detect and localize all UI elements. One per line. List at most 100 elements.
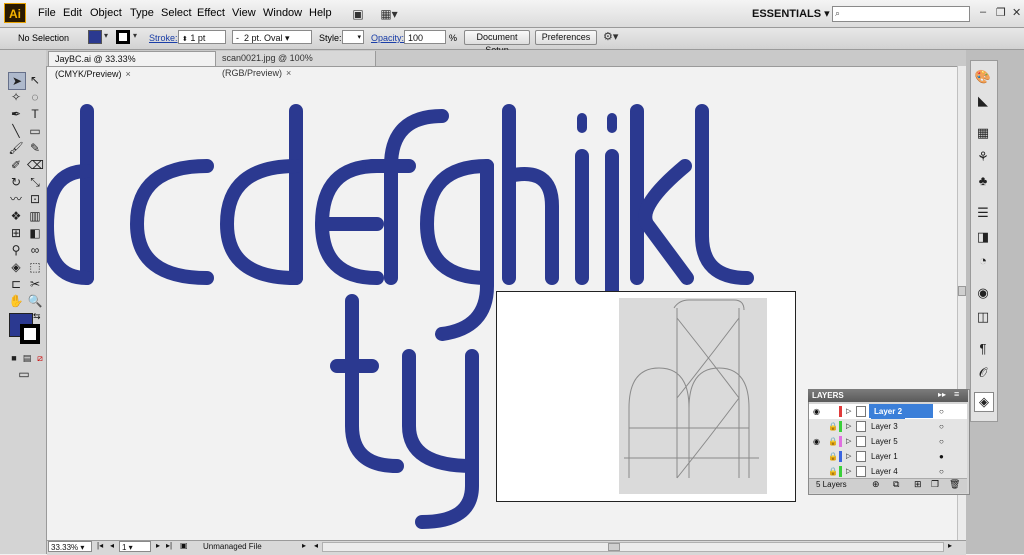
horizontal-scrollbar-thumb[interactable] — [608, 543, 620, 551]
swap-colors-icon[interactable]: ⇆ — [33, 311, 41, 322]
transparency-panel-icon[interactable]: ◔ — [974, 252, 992, 270]
vertical-scrollbar-thumb[interactable] — [958, 286, 966, 296]
slice-tool-icon[interactable]: ✂ — [27, 276, 43, 292]
minimize-icon[interactable]: – — [980, 6, 986, 18]
h-scroll-left-icon[interactable]: ◂ — [314, 541, 318, 550]
graphic-styles-panel-icon[interactable]: ◫ — [974, 308, 992, 326]
blob-brush-tool-icon[interactable]: ✐ — [8, 157, 24, 173]
live-paint-tool-icon[interactable]: ◈ — [8, 259, 24, 275]
layer-row[interactable]: ◉ 🔒 ▷ Layer 5 ○ — [809, 434, 967, 450]
color-guide-icon[interactable]: ◣ — [974, 92, 992, 110]
new-sublayer-icon[interactable]: ⊞ — [914, 479, 922, 490]
layer-name[interactable]: Layer 4 — [871, 464, 898, 479]
placed-scan-image[interactable] — [619, 298, 767, 494]
target-icon[interactable]: ● — [939, 449, 944, 464]
pencil-tool-icon[interactable]: ✎ — [27, 140, 43, 156]
paintbrush-tool-icon[interactable]: 🖌 — [8, 140, 24, 156]
fill-dropdown-icon[interactable]: ▾ — [104, 31, 108, 40]
status-arrow-icon[interactable]: ▸ — [302, 541, 306, 550]
previous-artboard-icon[interactable]: ◂ — [110, 541, 114, 550]
layers-panel-icon[interactable]: ◈ — [974, 392, 994, 412]
expand-triangle-icon[interactable]: ▷ — [846, 464, 851, 479]
locate-object-icon[interactable]: ⊕ — [872, 479, 880, 490]
eyedropper-tool-icon[interactable]: ⚲ — [8, 242, 24, 258]
menu-view[interactable]: View — [232, 7, 256, 19]
swatches-panel-icon[interactable]: ▦ — [974, 124, 992, 142]
menu-window[interactable]: Window — [263, 7, 302, 19]
hand-tool-icon[interactable]: ✋ — [8, 293, 24, 309]
stroke-label[interactable]: Stroke: — [149, 33, 178, 43]
paragraph-panel-icon[interactable]: ¶ — [974, 340, 992, 358]
document-setup-button[interactable]: Document Setup — [464, 30, 530, 55]
layer-row[interactable]: 🔒 ▷ Layer 1 ● — [809, 449, 967, 465]
gradient-tool-icon[interactable]: ◧ — [27, 225, 43, 241]
menu-select[interactable]: Select — [161, 7, 192, 19]
expand-triangle-icon[interactable]: ▷ — [846, 419, 851, 434]
live-paint-selection-tool-icon[interactable]: ⬚ — [27, 259, 43, 275]
next-artboard-icon[interactable]: ▸ — [156, 541, 160, 550]
first-artboard-icon[interactable]: |◂ — [97, 541, 103, 550]
bridge-icon[interactable]: ▣ — [346, 4, 370, 24]
mesh-tool-icon[interactable]: ⊞ — [8, 225, 24, 241]
layer-name[interactable]: Layer 5 — [871, 434, 898, 449]
layer-row[interactable]: 🔒 ▷ Layer 3 ○ — [809, 419, 967, 435]
layer-name[interactable]: Layer 2 — [871, 404, 906, 419]
target-icon[interactable]: ○ — [939, 464, 944, 479]
lock-icon[interactable]: 🔒 — [828, 464, 838, 479]
rotate-tool-icon[interactable]: ↻ — [8, 174, 24, 190]
selection-tool-icon[interactable]: ➤ — [8, 72, 26, 90]
lock-icon[interactable]: 🔒 — [828, 419, 838, 434]
menu-object[interactable]: Object — [90, 7, 122, 19]
stroke-weight-field[interactable]: ⬍ 1 pt — [178, 30, 226, 44]
close-icon[interactable]: ✕ — [1012, 6, 1021, 19]
new-layer-icon[interactable]: ❐ — [931, 479, 939, 490]
expand-triangle-icon[interactable]: ▷ — [846, 449, 851, 464]
target-icon[interactable]: ○ — [939, 404, 944, 419]
opentype-panel-icon[interactable]: 𝒪 — [974, 364, 992, 382]
opacity-field[interactable]: 100 — [404, 30, 446, 44]
layer-name[interactable]: Layer 3 — [871, 419, 898, 434]
warp-tool-icon[interactable]: 〰 — [8, 191, 24, 207]
menu-help[interactable]: Help — [309, 7, 332, 19]
magic-wand-tool-icon[interactable]: ✧ — [8, 89, 24, 105]
target-icon[interactable]: ○ — [939, 419, 944, 434]
rectangle-tool-icon[interactable]: ▭ — [27, 123, 43, 139]
zoom-field[interactable]: 33.33% ▾ — [48, 541, 92, 552]
last-artboard-icon[interactable]: ▸| — [166, 541, 172, 550]
tab-jaybc[interactable]: JayBC.ai @ 33.33% (CMYK/Preview) × — [48, 51, 216, 79]
symbol-sprayer-tool-icon[interactable]: ❖ — [8, 208, 24, 224]
none-mode-icon[interactable]: ⧄ — [32, 350, 48, 366]
line-tool-icon[interactable]: ╲ — [8, 123, 24, 139]
workspace-switcher[interactable]: ESSENTIALS ▾ — [752, 7, 830, 20]
fill-swatch[interactable] — [88, 30, 102, 44]
menu-effect[interactable]: Effect — [197, 7, 225, 19]
clipping-mask-icon[interactable]: ⧉ — [893, 479, 899, 490]
layer-name[interactable]: Layer 1 — [871, 449, 898, 464]
delete-layer-icon[interactable]: 🗑 — [949, 479, 960, 490]
color-panel-icon[interactable]: 🎨 — [974, 68, 992, 86]
target-icon[interactable]: ○ — [939, 434, 944, 449]
artboard-tool-icon[interactable]: ⊏ — [8, 276, 24, 292]
column-graph-tool-icon[interactable]: ▥ — [27, 208, 43, 224]
type-tool-icon[interactable]: T — [27, 106, 43, 122]
panel-collapse-icon[interactable]: ▸▸ — [938, 390, 946, 399]
scale-tool-icon[interactable]: ⤡ — [27, 174, 43, 190]
zoom-tool-icon[interactable]: 🔍 — [27, 293, 43, 309]
tools-options-icon[interactable]: ⚙▾ — [603, 30, 618, 43]
free-transform-tool-icon[interactable]: ⊡ — [27, 191, 43, 207]
menu-type[interactable]: Type — [130, 7, 154, 19]
stroke-panel-icon[interactable]: ☰ — [974, 204, 992, 222]
horizontal-scrollbar[interactable] — [322, 542, 944, 552]
expand-triangle-icon[interactable]: ▷ — [846, 404, 851, 419]
gradient-panel-icon[interactable]: ◨ — [974, 228, 992, 246]
blend-tool-icon[interactable]: ∞ — [27, 242, 43, 258]
status-menu-icon[interactable]: ▣ — [180, 541, 188, 550]
preferences-button[interactable]: Preferences — [535, 30, 597, 45]
search-input[interactable]: ⌕ — [832, 6, 970, 22]
tab-scan0021[interactable]: scan0021.jpg @ 100% (RGB/Preview) × — [216, 51, 376, 78]
lock-icon[interactable]: 🔒 — [828, 434, 838, 449]
pen-tool-icon[interactable]: ✒ — [8, 106, 24, 122]
symbols-panel-icon[interactable]: ♣ — [974, 172, 992, 190]
eraser-tool-icon[interactable]: ⌫ — [27, 157, 44, 173]
brush-definition-field[interactable]: - 2 pt. Oval ▾ — [232, 30, 312, 44]
